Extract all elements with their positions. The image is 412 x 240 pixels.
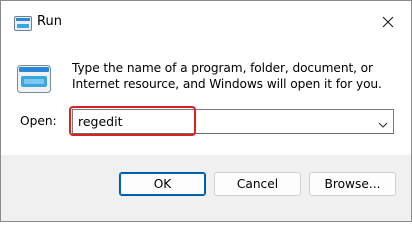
run-dialog: Run Type the name of a program, folder, …: [0, 0, 412, 222]
cancel-button[interactable]: Cancel: [214, 172, 301, 196]
close-button[interactable]: [365, 1, 411, 43]
title-bar: Run: [1, 1, 411, 43]
run-large-icon: [17, 65, 51, 93]
dialog-content: Type the name of a program, folder, docu…: [1, 43, 411, 155]
run-icon: [14, 16, 32, 31]
open-label: Open:: [20, 114, 57, 128]
browse-button[interactable]: Browse...: [309, 172, 396, 196]
window-title: Run: [37, 14, 62, 29]
ok-button[interactable]: OK: [119, 172, 206, 196]
instruction-text: Type the name of a program, folder, docu…: [72, 61, 382, 91]
button-bar: OK Cancel Browse...: [1, 155, 411, 221]
open-combobox[interactable]: regedit: [72, 109, 394, 134]
chevron-down-icon[interactable]: [377, 116, 389, 128]
open-input[interactable]: regedit: [78, 113, 363, 130]
close-icon: [382, 13, 394, 32]
